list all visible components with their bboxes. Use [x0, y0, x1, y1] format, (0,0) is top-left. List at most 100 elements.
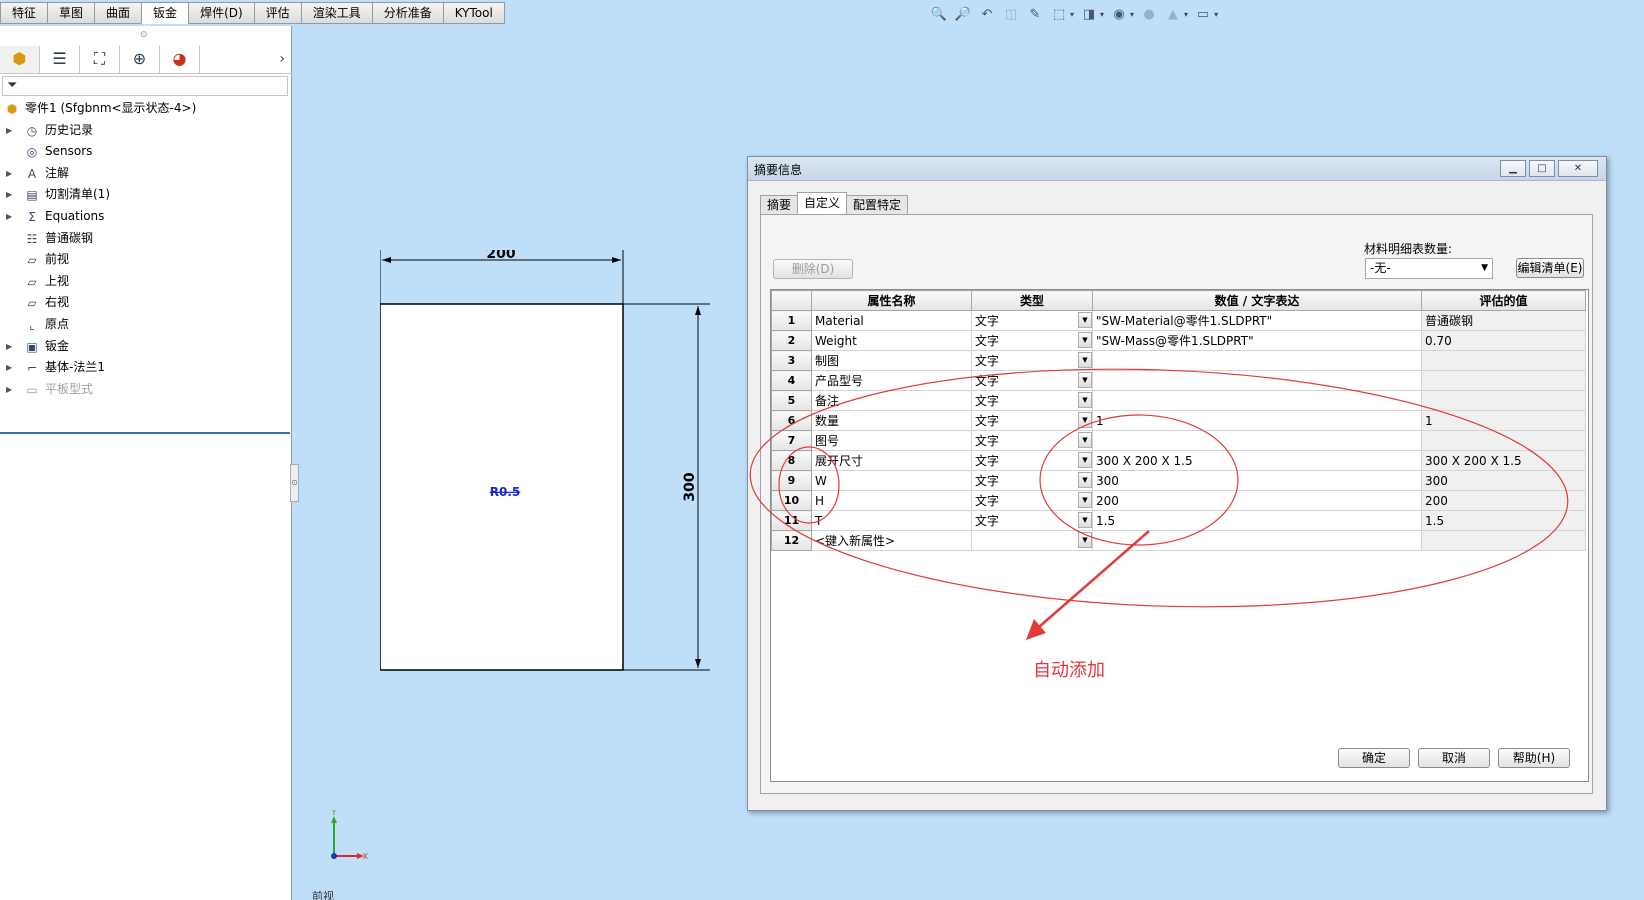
previous-view-icon[interactable]: ↶: [978, 7, 996, 23]
property-value-cell[interactable]: 300: [1092, 470, 1422, 491]
property-name-cell[interactable]: 备注: [811, 390, 972, 411]
expand-arrow-icon[interactable]: ▶: [6, 379, 12, 400]
tree-item[interactable]: ☷ 普通碳钢: [0, 228, 292, 250]
tree-item[interactable]: ▱ 前视: [0, 249, 292, 271]
dimxpert-icon[interactable]: ⊕: [120, 46, 160, 73]
row-number[interactable]: 3: [771, 350, 812, 371]
tab-6[interactable]: 渲染工具: [300, 2, 372, 24]
configuration-manager-icon[interactable]: ⛶: [80, 46, 120, 73]
column-header[interactable]: 类型: [971, 290, 1093, 311]
chevron-down-icon[interactable]: ▼: [1078, 332, 1092, 348]
table-row[interactable]: 2 Weight 文字 ▼ "SW-Mass@零件1.SLDPRT" 0.70: [771, 330, 1586, 351]
table-row[interactable]: 12 <键入新属性> ▼: [771, 530, 1586, 551]
chevron-down-icon[interactable]: ▼: [1078, 312, 1092, 328]
tab-3[interactable]: 钣金: [141, 2, 189, 24]
property-type-cell[interactable]: 文字 ▼: [971, 310, 1093, 331]
chevron-down-icon[interactable]: ▼: [1078, 372, 1092, 388]
expand-arrow-icon[interactable]: ▶: [6, 163, 12, 184]
table-row[interactable]: 7 图号 文字 ▼: [771, 430, 1586, 451]
zoom-area-icon[interactable]: 🔎: [954, 7, 972, 23]
delete-button[interactable]: 删除(D): [773, 259, 853, 279]
tab-5[interactable]: 评估: [253, 2, 301, 24]
table-row[interactable]: 9 W 文字 ▼ 300 300: [771, 470, 1586, 491]
table-row[interactable]: 3 制图 文字 ▼: [771, 350, 1586, 371]
chevron-down-icon[interactable]: ▼: [1078, 412, 1092, 428]
tree-filter-input[interactable]: ⏷: [2, 76, 288, 96]
scene-icon[interactable]: ▲: [1164, 7, 1182, 23]
table-row[interactable]: 6 数量 文字 ▼ 1 1: [771, 410, 1586, 431]
property-name-cell[interactable]: 产品型号: [811, 370, 972, 391]
property-type-cell[interactable]: 文字 ▼: [971, 490, 1093, 511]
property-name-cell[interactable]: Material: [811, 310, 972, 331]
tab-8[interactable]: KYTool: [442, 2, 505, 24]
property-type-cell[interactable]: 文字 ▼: [971, 450, 1093, 471]
property-type-cell[interactable]: 文字 ▼: [971, 350, 1093, 371]
tab-7[interactable]: 分析准备: [371, 2, 443, 24]
tree-item[interactable]: ▶ ▤ 切割清单(1): [0, 184, 292, 206]
dialog-titlebar[interactable]: 摘要信息 ▁ □ ✕: [748, 157, 1606, 181]
tree-item[interactable]: ▱ 右视: [0, 292, 292, 314]
row-number[interactable]: 7: [771, 430, 812, 451]
row-number[interactable]: 8: [771, 450, 812, 471]
cancel-button[interactable]: 取消: [1418, 748, 1490, 768]
row-number[interactable]: 4: [771, 370, 812, 391]
column-header[interactable]: 数值 / 文字表达: [1092, 290, 1422, 311]
chevron-down-icon[interactable]: ▼: [1078, 432, 1092, 448]
chevron-down-icon[interactable]: ▼: [1078, 532, 1092, 548]
bom-quantity-select[interactable]: -无- ▼: [1365, 258, 1493, 279]
property-value-cell[interactable]: 300 X 200 X 1.5: [1092, 450, 1422, 471]
property-value-cell[interactable]: [1092, 370, 1422, 391]
table-row[interactable]: 1 Material 文字 ▼ "SW-Material@零件1.SLDPRT" 普通碳钢: [771, 310, 1586, 331]
property-type-cell[interactable]: 文字 ▼: [971, 390, 1093, 411]
height-dimension[interactable]: 300: [682, 472, 698, 501]
property-type-cell[interactable]: ▼: [971, 530, 1093, 551]
chevron-down-icon[interactable]: ▾: [1184, 7, 1188, 23]
table-row[interactable]: 8 展开尺寸 文字 ▼ 300 X 200 X 1.5 300 X 200 X 1.5: [771, 450, 1586, 471]
property-name-cell[interactable]: <键入新属性>: [811, 530, 972, 551]
property-value-cell[interactable]: [1092, 430, 1422, 451]
column-header[interactable]: [771, 290, 812, 311]
chevron-down-icon[interactable]: ▼: [1078, 512, 1092, 528]
dialog-tab-1[interactable]: 自定义: [797, 192, 848, 214]
property-name-cell[interactable]: H: [811, 490, 972, 511]
tree-item[interactable]: ▶ ▭ 平板型式: [0, 379, 292, 401]
maximize-button[interactable]: □: [1529, 160, 1555, 177]
property-value-cell[interactable]: 1: [1092, 410, 1422, 431]
hide-show-icon[interactable]: ◉: [1110, 7, 1128, 23]
tree-item[interactable]: ▶ ◷ 历史记录: [0, 120, 292, 142]
expand-arrow-icon[interactable]: ▶: [6, 357, 12, 378]
section-view-icon[interactable]: ◫: [1002, 7, 1020, 23]
property-type-cell[interactable]: 文字 ▼: [971, 430, 1093, 451]
tree-item[interactable]: ▶ Σ Equations: [0, 206, 292, 228]
row-number[interactable]: 2: [771, 330, 812, 351]
chevron-down-icon[interactable]: ▼: [1078, 352, 1092, 368]
rollback-bar[interactable]: [0, 432, 290, 434]
expand-arrow-icon[interactable]: ▶: [6, 336, 12, 357]
tab-1[interactable]: 草图: [47, 2, 95, 24]
row-number[interactable]: 10: [771, 490, 812, 511]
chevron-down-icon[interactable]: ▼: [1078, 452, 1092, 468]
panel-collapse-handle[interactable]: ⊙: [290, 464, 299, 502]
property-value-cell[interactable]: "SW-Material@零件1.SLDPRT": [1092, 310, 1422, 331]
tree-item[interactable]: ▶ ⌐ 基体-法兰1: [0, 357, 292, 379]
chevron-right-icon[interactable]: ›: [279, 51, 285, 67]
panel-grip-icon[interactable]: ⊙: [140, 30, 148, 40]
chevron-down-icon[interactable]: ▾: [1070, 7, 1074, 23]
width-dimension[interactable]: 200: [486, 250, 515, 262]
property-manager-icon[interactable]: ☰: [40, 46, 80, 73]
property-name-cell[interactable]: Weight: [811, 330, 972, 351]
display-style-icon[interactable]: ◨: [1080, 7, 1098, 23]
expand-arrow-icon[interactable]: ▶: [6, 120, 12, 141]
tree-item[interactable]: ⌞ 原点: [0, 314, 292, 336]
table-row[interactable]: 4 产品型号 文字 ▼: [771, 370, 1586, 391]
edit-list-button[interactable]: 编辑清单(E): [1516, 258, 1584, 278]
property-type-cell[interactable]: 文字 ▼: [971, 410, 1093, 431]
row-number[interactable]: 12: [771, 530, 812, 551]
close-button[interactable]: ✕: [1558, 160, 1598, 177]
property-name-cell[interactable]: T: [811, 510, 972, 531]
property-type-cell[interactable]: 文字 ▼: [971, 330, 1093, 351]
row-number[interactable]: 11: [771, 510, 812, 531]
row-number[interactable]: 5: [771, 390, 812, 411]
monitor-icon[interactable]: ▭: [1194, 7, 1212, 23]
property-name-cell[interactable]: 展开尺寸: [811, 450, 972, 471]
